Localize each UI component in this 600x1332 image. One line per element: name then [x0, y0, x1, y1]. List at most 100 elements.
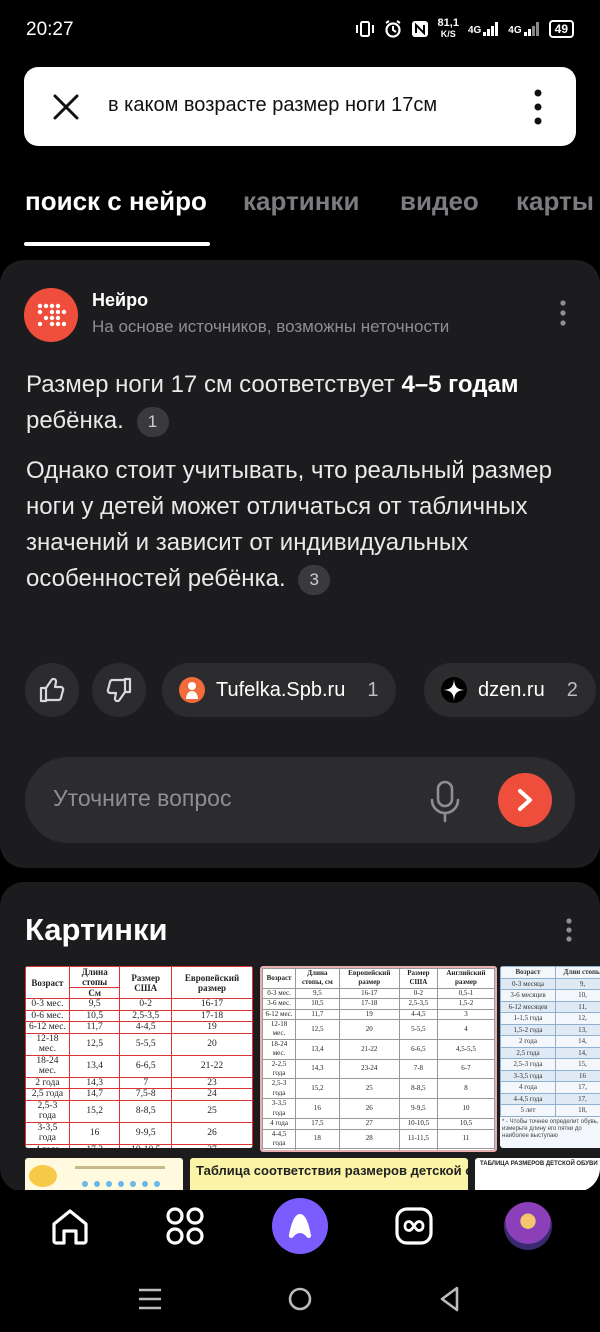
tufelka-favicon-icon — [179, 677, 205, 703]
neuro-answer-card: Нейро На основе источников, возможны нет… — [0, 260, 600, 868]
table-cell: 11, — [554, 1000, 600, 1013]
image-thumbnail[interactable]: ТАБЛИЦА РАЗМЕРОВ ДЕТСКОЙ ОБУВИ — [475, 1158, 600, 1192]
table-note: * - Чтобы точнее определит обувь, измерь… — [502, 1118, 599, 1139]
search-bar[interactable]: в каком возрасте размер ноги 17см — [24, 67, 576, 146]
table-cell: 8-8,5 — [119, 1099, 172, 1123]
table-cell: 5-5,5 — [119, 1032, 172, 1056]
table-row: 4-4,5 года 18 28 11-11,5 11 — [262, 1128, 495, 1150]
recents-icon[interactable] — [138, 1288, 162, 1310]
table-row: 6-12 мес. 11,7 4-4,5 19 — [25, 1021, 253, 1034]
services-button[interactable] — [163, 1204, 207, 1248]
table-cell: 10,5 — [68, 1009, 121, 1022]
home-icon — [52, 1209, 88, 1245]
signal-1-icon: 4G — [468, 22, 499, 36]
table-cell: 23-24 — [338, 1058, 400, 1080]
close-icon[interactable] — [52, 93, 80, 121]
image-thumbnail[interactable] — [25, 1158, 183, 1192]
table-cell: 18-24 мес. — [262, 1038, 297, 1060]
table-cell: 2 года — [500, 1035, 556, 1048]
table-cell: 27 — [338, 1118, 400, 1130]
microphone-icon[interactable] — [427, 779, 463, 823]
thumbs-up-icon — [39, 677, 65, 703]
table-cell: 3-6 месяцев — [500, 989, 556, 1002]
tab-neuro-search[interactable]: поиск с нейро — [25, 186, 207, 217]
table-cell: 19 — [338, 1008, 400, 1021]
source-chip-tufelka[interactable]: Tufelka.Spb.ru 1 — [162, 663, 397, 717]
size-table: Возраст Длина стопы Размер США Европейск… — [25, 966, 253, 1148]
table-row: 6-12 месяцев 11, — [500, 1000, 600, 1013]
alice-icon — [288, 1214, 312, 1238]
tab-maps[interactable]: карты — [516, 186, 594, 217]
image-thumbnail[interactable]: Возраст Длин стопы 0-3 месяца 9, 3-6 месяце… — [500, 966, 600, 1148]
source-ref-badge[interactable]: 3 — [298, 564, 331, 595]
tab-video[interactable]: видео — [400, 186, 479, 217]
table-cell: 12, — [554, 1012, 600, 1025]
table-row: 0-3 месяца 9, — [500, 977, 600, 990]
source-ref-badge[interactable]: 1 — [136, 406, 169, 437]
bottom-navigation — [0, 1190, 600, 1262]
followup-placeholder: Уточните вопрос — [53, 785, 232, 811]
table-cell: 25 — [171, 1099, 253, 1123]
back-icon[interactable] — [439, 1286, 461, 1312]
table-cell: 21-22 — [338, 1038, 400, 1060]
followup-input[interactable]: Уточните вопрос — [25, 757, 575, 843]
table-cell: 12-18 мес. — [262, 1019, 297, 1040]
image-thumbnail[interactable]: Таблица соответствия размеров детской об… — [190, 1158, 468, 1192]
image-thumbnail[interactable]: Возраст Длина стопы, см Европейский разм… — [260, 966, 497, 1152]
table-cell: 17-18 — [171, 1009, 253, 1022]
table-cell: 2 года — [25, 1076, 70, 1089]
send-button[interactable] — [498, 773, 552, 827]
table-cell: 3-3,5 года — [262, 1098, 297, 1120]
table-cell: 2,5-3,5 — [119, 1009, 172, 1022]
table-cell: 9-9,5 — [398, 1098, 438, 1120]
table-cell: 6-6,5 — [398, 1038, 438, 1060]
search-query[interactable]: в каком возрасте размер ноги 17см — [108, 94, 492, 117]
table-row: 2,5-3 года 15, — [500, 1058, 600, 1071]
answer-paragraph-2: Однако стоит учитывать, что реальный раз… — [26, 453, 586, 597]
table-row: 0-3 мес. 9,5 16-17 0-2 0,5-1 — [262, 987, 495, 1000]
table-cell: 15,2 — [295, 1078, 340, 1100]
table-cell: 18,5 — [295, 1148, 340, 1150]
table-cell: 15, — [554, 1058, 600, 1071]
table-cell: 18 — [295, 1128, 340, 1150]
table-cell: 13,4 — [295, 1038, 340, 1060]
table-row: 0-3 мес. 9,5 0-2 16-17 — [25, 998, 253, 1011]
more-vertical-icon[interactable] — [534, 89, 542, 125]
table-cell: 23 — [171, 1076, 253, 1089]
table-row: 2,5-3 года 15,2 25 8-8,5 8 — [262, 1078, 495, 1100]
dislike-button[interactable] — [92, 663, 146, 717]
profile-avatar[interactable] — [504, 1202, 552, 1250]
table-cell: 3-3,5 года — [25, 1121, 70, 1145]
answer-paragraph-1: Размер ноги 17 см соответствует 4–5 года… — [26, 367, 586, 439]
like-button[interactable] — [25, 663, 79, 717]
tab-images[interactable]: картинки — [243, 186, 359, 217]
battery-icon: 49 — [548, 20, 574, 38]
table-cell: 17, — [554, 1081, 600, 1094]
dzen-favicon-icon — [441, 677, 467, 703]
alice-assistant-button[interactable] — [272, 1198, 328, 1254]
more-vertical-icon[interactable] — [566, 918, 572, 942]
table-cell: 11,7 — [68, 1021, 121, 1034]
source-chip-dzen[interactable]: dzen.ru 2 — [424, 663, 596, 717]
table-cell: 2,5 года — [25, 1088, 70, 1101]
more-vertical-icon[interactable] — [560, 300, 566, 326]
table-cell: 6-12 месяцев — [500, 1000, 556, 1013]
size-table: Возраст Длина стопы, см Европейский разм… — [262, 968, 495, 1150]
image-thumbnail[interactable]: Возраст Длина стопы Размер США Европейск… — [25, 966, 253, 1148]
table-row: 18-24 мес. 13,4 6-6,5 21-22 — [25, 1054, 253, 1078]
home-circle-icon[interactable] — [288, 1287, 312, 1311]
table-cell: 8 — [436, 1078, 495, 1100]
table-cell: 4 — [436, 1019, 495, 1040]
table-row: 3-3,5 года 16 — [500, 1069, 600, 1082]
table-cell: 14,3 — [295, 1058, 340, 1080]
home-button[interactable] — [48, 1204, 92, 1248]
table-cell: 17,3 — [68, 1143, 121, 1148]
table-row: 6-12 мес. 11,7 19 4-4,5 3 — [262, 1008, 495, 1021]
table-cell: 4-4,5 — [119, 1021, 172, 1034]
table-cell: 4-4,5 года — [262, 1128, 297, 1150]
table-row: 1,5-2 года 13, — [500, 1023, 600, 1036]
images-title: Картинки — [25, 912, 168, 947]
table-row: 2,5 года 14,7 7,5-8 24 — [25, 1088, 253, 1101]
media-button[interactable] — [392, 1204, 436, 1248]
table-row: 2,5-3 года 15,2 8-8,5 25 — [25, 1099, 253, 1123]
